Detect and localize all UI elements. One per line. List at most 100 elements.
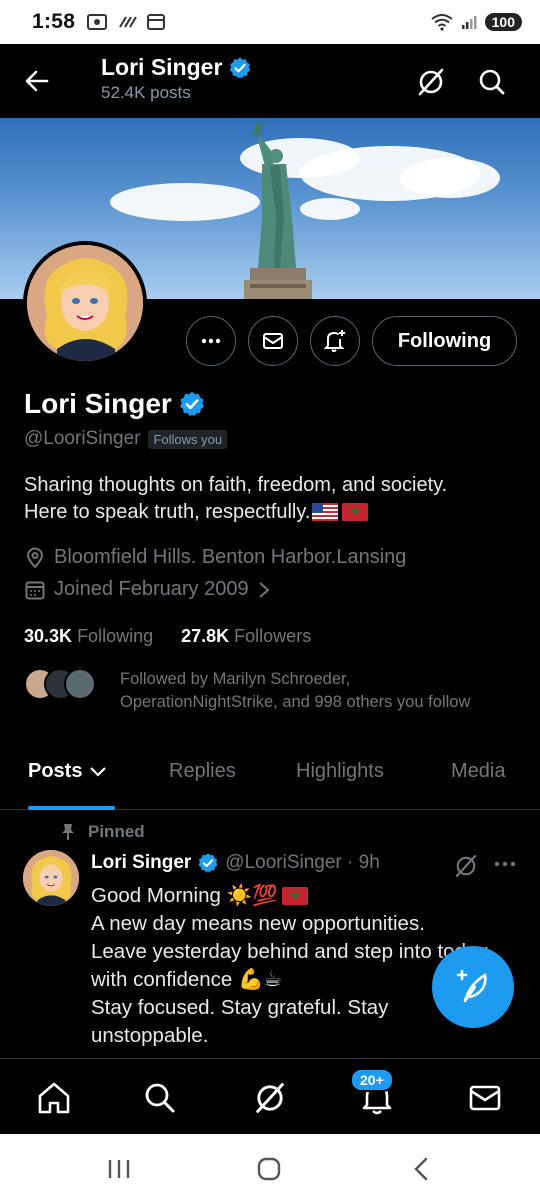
joined-text: Joined February 2009 — [54, 578, 249, 600]
statue-of-liberty-image — [244, 122, 312, 299]
follows-you-badge: Follows you — [148, 429, 228, 449]
post-line-2: A new day means new opportunities. — [91, 912, 425, 935]
post-author-avatar[interactable] — [23, 850, 79, 906]
chevron-right-icon — [258, 581, 270, 598]
calendar-icon — [147, 14, 166, 30]
notifications-badge: 20+ — [350, 1068, 394, 1092]
profile-header-bar: Lori Singer 52.4K posts — [0, 44, 540, 118]
system-navigation-bar — [0, 1134, 540, 1200]
bell-plus-icon — [323, 330, 345, 352]
bottom-navigation: 20+ — [0, 1058, 540, 1134]
screenshot-icon — [87, 14, 108, 30]
recent-apps-icon — [108, 1160, 130, 1178]
post-more-button[interactable] — [490, 850, 520, 878]
joined-row[interactable]: Joined February 2009 — [24, 578, 271, 601]
home-square-icon — [257, 1157, 281, 1181]
more-horizontal-icon — [494, 861, 516, 867]
followed-by-row[interactable]: Followed by Marilyn Schroeder, Operation… — [24, 668, 540, 714]
pinned-text: Pinned — [88, 822, 145, 841]
notify-bell-button[interactable] — [310, 316, 360, 366]
tab-replies[interactable]: Replies — [169, 760, 236, 783]
status-bar: 1:58 100 — [0, 0, 540, 44]
recent-apps-button[interactable] — [104, 1154, 134, 1184]
back-button[interactable] — [20, 64, 54, 98]
us-flag-icon — [312, 503, 339, 521]
verified-badge-icon[interactable] — [178, 390, 206, 418]
morocco-flag-icon — [281, 887, 308, 905]
more-options-button[interactable] — [186, 316, 236, 366]
verified-badge-icon — [230, 57, 251, 78]
pinned-label: Pinned — [60, 822, 145, 842]
search-button[interactable] — [475, 65, 509, 99]
post-line-1-wrap: Good Morning ☀️💯 — [91, 882, 521, 910]
profile-tabs: Posts Replies Highlights Media — [0, 740, 540, 810]
header-titles: Lori Singer 52.4K posts — [101, 54, 252, 103]
post-author-name[interactable]: Lori Singer — [91, 852, 191, 874]
nav-search[interactable] — [141, 1079, 179, 1117]
verified-badge-icon — [198, 853, 218, 873]
home-system-button[interactable] — [254, 1154, 284, 1184]
profile-bio: Sharing thoughts on faith, freedom, and … — [24, 472, 524, 526]
header-name-text: Lori Singer — [101, 54, 223, 80]
morocco-flag-icon — [342, 503, 369, 521]
avatar — [64, 668, 96, 700]
profile-avatar[interactable] — [23, 241, 147, 365]
profile-name: Lori Singer — [24, 388, 206, 420]
grok-icon — [455, 855, 477, 877]
header-title: Lori Singer — [101, 54, 252, 81]
tab-highlights[interactable]: Highlights — [296, 760, 384, 783]
pin-icon — [62, 824, 74, 840]
grok-button[interactable] — [414, 65, 448, 99]
post-line-1: Good Morning ☀️💯 — [91, 884, 278, 907]
compose-post-button[interactable] — [432, 946, 514, 1028]
chevron-left-icon — [414, 1157, 428, 1181]
envelope-icon — [469, 1085, 501, 1111]
header-post-count: 52.4K posts — [101, 83, 191, 102]
following-count: 30.3K — [24, 626, 73, 646]
handle-row: @LooriSinger Follows you — [24, 428, 228, 450]
bio-line-2: Here to speak truth, respectfully. — [24, 501, 311, 523]
nav-messages[interactable] — [466, 1079, 504, 1117]
wifi-icon — [431, 14, 453, 31]
avatar-illustration — [23, 850, 79, 906]
status-time: 1:58 — [32, 10, 76, 33]
post-handle-time: @LooriSinger · 9h — [225, 852, 380, 873]
following-button[interactable]: Following — [372, 316, 517, 366]
tab-media[interactable]: Media — [451, 760, 505, 783]
profile-handle: @LooriSinger — [24, 428, 141, 449]
arrow-left-icon — [25, 70, 49, 92]
back-system-button[interactable] — [406, 1154, 436, 1184]
followed-by-avatars — [24, 668, 96, 700]
signal-strike-icon — [119, 16, 138, 28]
location-text: Bloomfield Hills. Benton Harbor.Lansing — [54, 546, 407, 568]
envelope-icon — [263, 333, 283, 349]
profile-name-text: Lori Singer — [24, 388, 172, 419]
location-row: Bloomfield Hills. Benton Harbor.Lansing — [24, 546, 406, 569]
location-pin-icon — [26, 547, 44, 569]
following-stat[interactable]: 30.3K Following — [24, 626, 153, 647]
chevron-down-icon — [90, 766, 107, 777]
tab-posts[interactable]: Posts — [28, 760, 108, 783]
bio-line-2-wrap: Here to speak truth, respectfully. — [24, 499, 524, 526]
search-icon — [479, 69, 505, 95]
bio-line-1: Sharing thoughts on faith, freedom, and … — [24, 474, 448, 496]
grok-icon — [418, 68, 444, 96]
post-grok-button[interactable] — [452, 852, 480, 880]
nav-home[interactable] — [35, 1079, 73, 1117]
grok-icon — [256, 1083, 284, 1113]
calendar-icon — [25, 581, 45, 599]
followers-count: 27.8K — [181, 626, 230, 646]
message-button[interactable] — [248, 316, 298, 366]
followed-by-line-1: Followed by Marilyn Schroeder, — [120, 670, 351, 688]
search-icon — [145, 1083, 175, 1113]
more-horizontal-icon — [201, 338, 221, 344]
status-notification-icons — [87, 13, 166, 31]
active-tab-indicator — [28, 806, 115, 810]
followers-stat[interactable]: 27.8K Followers — [181, 626, 311, 647]
home-icon — [38, 1082, 70, 1114]
post-header: Lori Singer @LooriSinger · 9h — [91, 852, 380, 874]
followers-label: Followers — [234, 626, 312, 646]
follow-stats: 30.3K Following 27.8K Followers — [24, 626, 311, 647]
nav-grok[interactable] — [251, 1079, 289, 1117]
followed-by-text: Followed by Marilyn Schroeder, Operation… — [120, 668, 540, 714]
